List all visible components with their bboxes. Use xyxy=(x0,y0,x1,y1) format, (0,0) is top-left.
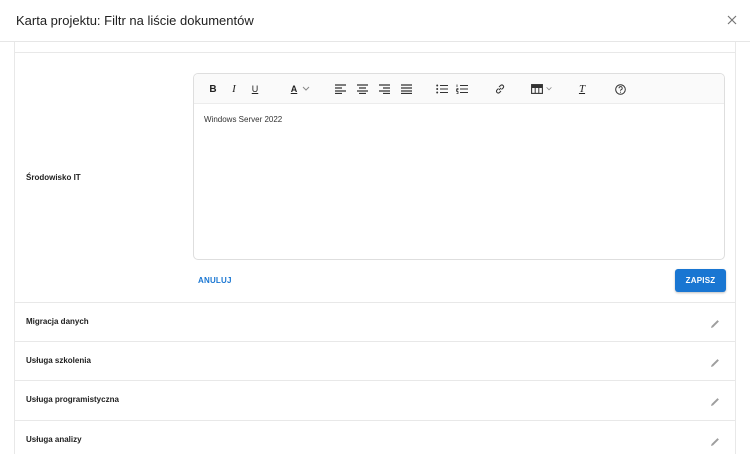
help-icon[interactable] xyxy=(614,81,626,97)
field-row-usluga-programistyczna: Usługa programistyczna xyxy=(15,380,735,419)
field-label: Usługa analizy xyxy=(26,435,82,444)
align-justify-icon[interactable] xyxy=(400,81,412,97)
field-row-usluga-analizy: Usługa analizy xyxy=(15,420,735,454)
rich-text-editor: B I U A T Windows Server 2022 xyxy=(193,73,725,260)
field-row-migracja-danych: Migracja danych xyxy=(15,302,735,341)
editor-toolbar: B I U A T xyxy=(194,74,724,104)
align-center-icon[interactable] xyxy=(356,81,368,97)
align-left-icon[interactable] xyxy=(334,81,346,97)
edit-pencil-icon[interactable] xyxy=(709,395,721,407)
field-label: Migracja danych xyxy=(26,317,89,326)
underline-icon[interactable]: U xyxy=(248,81,262,97)
numbered-list-icon[interactable] xyxy=(456,81,468,97)
dialog-title: Karta projektu: Filtr na liście dokument… xyxy=(16,13,254,28)
table-icon[interactable] xyxy=(530,81,554,97)
close-icon[interactable] xyxy=(722,10,742,30)
link-icon[interactable] xyxy=(494,81,506,97)
dialog-header: Karta projektu: Filtr na liście dokument… xyxy=(0,0,750,42)
font-color-icon[interactable]: A xyxy=(286,81,316,97)
italic-icon[interactable]: I xyxy=(228,81,240,97)
bold-icon[interactable]: B xyxy=(206,81,220,97)
field-label-srodowisko-it: Środowisko IT xyxy=(26,173,81,182)
clear-format-icon[interactable]: T xyxy=(576,81,588,97)
align-right-icon[interactable] xyxy=(378,81,390,97)
edit-pencil-icon[interactable] xyxy=(709,317,721,329)
edit-pencil-icon[interactable] xyxy=(709,356,721,368)
fields-panel: Środowisko IT B I U A T Windows Server 2… xyxy=(14,42,736,454)
save-button[interactable]: ZAPISZ xyxy=(675,269,726,292)
field-label: Usługa programistyczna xyxy=(26,395,119,404)
bullet-list-icon[interactable] xyxy=(436,81,448,97)
field-row-usluga-szkolenia: Usługa szkolenia xyxy=(15,341,735,380)
field-label: Usługa szkolenia xyxy=(26,356,91,365)
chevron-down-icon xyxy=(546,87,552,91)
cancel-button[interactable]: ANULUJ xyxy=(198,276,232,285)
chevron-down-icon xyxy=(302,86,310,91)
edit-pencil-icon[interactable] xyxy=(709,435,721,447)
previous-row-edge xyxy=(15,42,735,53)
editor-content[interactable]: Windows Server 2022 xyxy=(204,115,282,124)
